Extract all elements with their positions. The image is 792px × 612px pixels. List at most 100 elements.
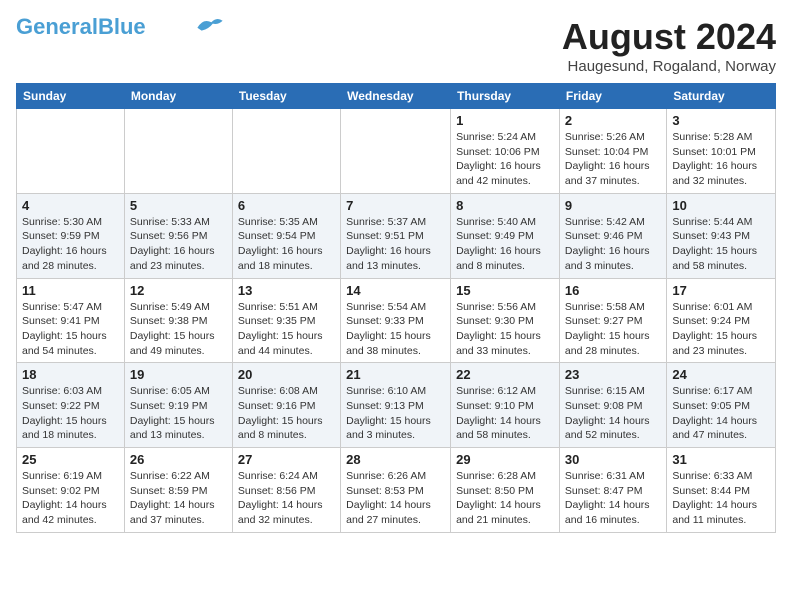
calendar-cell: 24Sunrise: 6:17 AM Sunset: 9:05 PM Dayli… [667, 363, 776, 448]
logo-text: GeneralBlue [16, 16, 146, 38]
calendar-cell: 16Sunrise: 5:58 AM Sunset: 9:27 PM Dayli… [559, 278, 666, 363]
calendar-cell: 14 Sunrise: 5:54 AM Sunset: 9:33 PM Dayli… [341, 278, 451, 363]
calendar-cell: 18 Sunrise: 6:03 AM Sunset: 9:22 PM Dayli… [17, 363, 125, 448]
calendar-cell: 28Sunrise: 6:26 AM Sunset: 8:53 PM Dayli… [341, 448, 451, 533]
calendar-cell [124, 109, 232, 194]
calendar-cell [17, 109, 125, 194]
day-info: Sunrise: 5:37 AM Sunset: 9:51 PM Dayligh… [346, 215, 445, 274]
day-number: 2 [565, 113, 661, 128]
calendar-cell: 1Sunrise: 5:24 AM Sunset: 10:06 PM Dayli… [451, 109, 560, 194]
day-number: 15 [456, 283, 554, 298]
calendar-cell: 12 Sunrise: 5:49 AM Sunset: 9:38 PM Dayli… [124, 278, 232, 363]
calendar-cell: 21Sunrise: 6:10 AM Sunset: 9:13 PM Dayli… [341, 363, 451, 448]
day-number: 10 [672, 198, 770, 213]
day-info: Sunrise: 5:47 AM Sunset: 9:41 PM Dayligh… [22, 300, 119, 359]
day-number: 6 [238, 198, 335, 213]
day-info: Sunrise: 5:35 AM Sunset: 9:54 PM Dayligh… [238, 215, 335, 274]
day-info: Sunrise: 5:30 AM Sunset: 9:59 PM Dayligh… [22, 215, 119, 274]
calendar-cell: 27Sunrise: 6:24 AM Sunset: 8:56 PM Dayli… [232, 448, 340, 533]
day-info: Sunrise: 6:33 AM Sunset: 8:44 PM Dayligh… [672, 469, 770, 528]
day-number: 4 [22, 198, 119, 213]
day-of-week-header: Sunday [17, 84, 125, 109]
day-info: Sunrise: 6:31 AM Sunset: 8:47 PM Dayligh… [565, 469, 661, 528]
day-info: Sunrise: 5:42 AM Sunset: 9:46 PM Dayligh… [565, 215, 661, 274]
day-info: Sunrise: 6:17 AM Sunset: 9:05 PM Dayligh… [672, 384, 770, 443]
calendar-cell: 29 Sunrise: 6:28 AM Sunset: 8:50 PM Dayli… [451, 448, 560, 533]
day-number: 27 [238, 452, 335, 467]
day-info: Sunrise: 6:05 AM Sunset: 9:19 PM Dayligh… [130, 384, 227, 443]
month-year-title: August 2024 [562, 16, 776, 58]
calendar-body: 1Sunrise: 5:24 AM Sunset: 10:06 PM Dayli… [17, 109, 776, 533]
day-info: Sunrise: 5:28 AM Sunset: 10:01 PM Daylig… [672, 130, 770, 189]
day-info: Sunrise: 5:44 AM Sunset: 9:43 PM Dayligh… [672, 215, 770, 274]
day-info: Sunrise: 6:28 AM Sunset: 8:50 PM Dayligh… [456, 469, 554, 528]
calendar-header-row: SundayMondayTuesdayWednesdayThursdayFrid… [17, 84, 776, 109]
calendar-cell: 7Sunrise: 5:37 AM Sunset: 9:51 PM Daylig… [341, 193, 451, 278]
day-number: 25 [22, 452, 119, 467]
day-info: Sunrise: 6:12 AM Sunset: 9:10 PM Dayligh… [456, 384, 554, 443]
day-of-week-header: Thursday [451, 84, 560, 109]
calendar-cell: 20 Sunrise: 6:08 AM Sunset: 9:16 PM Dayli… [232, 363, 340, 448]
day-number: 26 [130, 452, 227, 467]
day-info: Sunrise: 6:19 AM Sunset: 9:02 PM Dayligh… [22, 469, 119, 528]
calendar-cell: 30 Sunrise: 6:31 AM Sunset: 8:47 PM Dayli… [559, 448, 666, 533]
location-subtitle: Haugesund, Rogaland, Norway [562, 58, 776, 75]
logo-bird-icon [196, 15, 224, 35]
day-of-week-header: Friday [559, 84, 666, 109]
day-number: 17 [672, 283, 770, 298]
day-number: 22 [456, 367, 554, 382]
day-number: 21 [346, 367, 445, 382]
calendar-cell: 22 Sunrise: 6:12 AM Sunset: 9:10 PM Dayli… [451, 363, 560, 448]
calendar-cell: 2 Sunrise: 5:26 AM Sunset: 10:04 PM Dayli… [559, 109, 666, 194]
calendar-cell: 5Sunrise: 5:33 AM Sunset: 9:56 PM Daylig… [124, 193, 232, 278]
day-of-week-header: Tuesday [232, 84, 340, 109]
day-of-week-header: Wednesday [341, 84, 451, 109]
calendar-week-row: 18 Sunrise: 6:03 AM Sunset: 9:22 PM Dayli… [17, 363, 776, 448]
day-of-week-header: Monday [124, 84, 232, 109]
calendar-cell: 4 Sunrise: 5:30 AM Sunset: 9:59 PM Daylig… [17, 193, 125, 278]
day-number: 19 [130, 367, 227, 382]
day-info: Sunrise: 5:26 AM Sunset: 10:04 PM Daylig… [565, 130, 661, 189]
calendar-cell [232, 109, 340, 194]
day-number: 8 [456, 198, 554, 213]
day-info: Sunrise: 5:54 AM Sunset: 9:33 PM Dayligh… [346, 300, 445, 359]
calendar-week-row: 25 Sunrise: 6:19 AM Sunset: 9:02 PM Dayli… [17, 448, 776, 533]
logo: GeneralBlue [16, 16, 224, 38]
calendar-cell: 17Sunrise: 6:01 AM Sunset: 9:24 PM Dayli… [667, 278, 776, 363]
calendar-week-row: 4 Sunrise: 5:30 AM Sunset: 9:59 PM Daylig… [17, 193, 776, 278]
calendar-cell: 3 Sunrise: 5:28 AM Sunset: 10:01 PM Dayli… [667, 109, 776, 194]
calendar-cell: 6 Sunrise: 5:35 AM Sunset: 9:54 PM Daylig… [232, 193, 340, 278]
day-info: Sunrise: 6:15 AM Sunset: 9:08 PM Dayligh… [565, 384, 661, 443]
calendar-cell: 8Sunrise: 5:40 AM Sunset: 9:49 PM Daylig… [451, 193, 560, 278]
day-info: Sunrise: 6:03 AM Sunset: 9:22 PM Dayligh… [22, 384, 119, 443]
calendar-cell: 10 Sunrise: 5:44 AM Sunset: 9:43 PM Dayli… [667, 193, 776, 278]
calendar-cell: 23Sunrise: 6:15 AM Sunset: 9:08 PM Dayli… [559, 363, 666, 448]
calendar-cell: 13Sunrise: 5:51 AM Sunset: 9:35 PM Dayli… [232, 278, 340, 363]
day-number: 31 [672, 452, 770, 467]
calendar-cell: 19 Sunrise: 6:05 AM Sunset: 9:19 PM Dayli… [124, 363, 232, 448]
calendar-cell: 15Sunrise: 5:56 AM Sunset: 9:30 PM Dayli… [451, 278, 560, 363]
day-number: 13 [238, 283, 335, 298]
day-number: 11 [22, 283, 119, 298]
calendar-cell: 31 Sunrise: 6:33 AM Sunset: 8:44 PM Dayli… [667, 448, 776, 533]
day-number: 29 [456, 452, 554, 467]
day-of-week-header: Saturday [667, 84, 776, 109]
day-info: Sunrise: 6:08 AM Sunset: 9:16 PM Dayligh… [238, 384, 335, 443]
day-number: 12 [130, 283, 227, 298]
day-info: Sunrise: 5:24 AM Sunset: 10:06 PM Daylig… [456, 130, 554, 189]
calendar-week-row: 11 Sunrise: 5:47 AM Sunset: 9:41 PM Dayli… [17, 278, 776, 363]
title-area: August 2024 Haugesund, Rogaland, Norway [562, 16, 776, 75]
day-number: 16 [565, 283, 661, 298]
calendar-cell [341, 109, 451, 194]
day-number: 20 [238, 367, 335, 382]
calendar-week-row: 1Sunrise: 5:24 AM Sunset: 10:06 PM Dayli… [17, 109, 776, 194]
day-number: 3 [672, 113, 770, 128]
day-info: Sunrise: 5:49 AM Sunset: 9:38 PM Dayligh… [130, 300, 227, 359]
day-number: 30 [565, 452, 661, 467]
page-header: GeneralBlue August 2024 Haugesund, Rogal… [16, 16, 776, 75]
day-number: 14 [346, 283, 445, 298]
day-info: Sunrise: 6:26 AM Sunset: 8:53 PM Dayligh… [346, 469, 445, 528]
calendar-cell: 11 Sunrise: 5:47 AM Sunset: 9:41 PM Dayli… [17, 278, 125, 363]
day-number: 18 [22, 367, 119, 382]
calendar-cell: 9Sunrise: 5:42 AM Sunset: 9:46 PM Daylig… [559, 193, 666, 278]
